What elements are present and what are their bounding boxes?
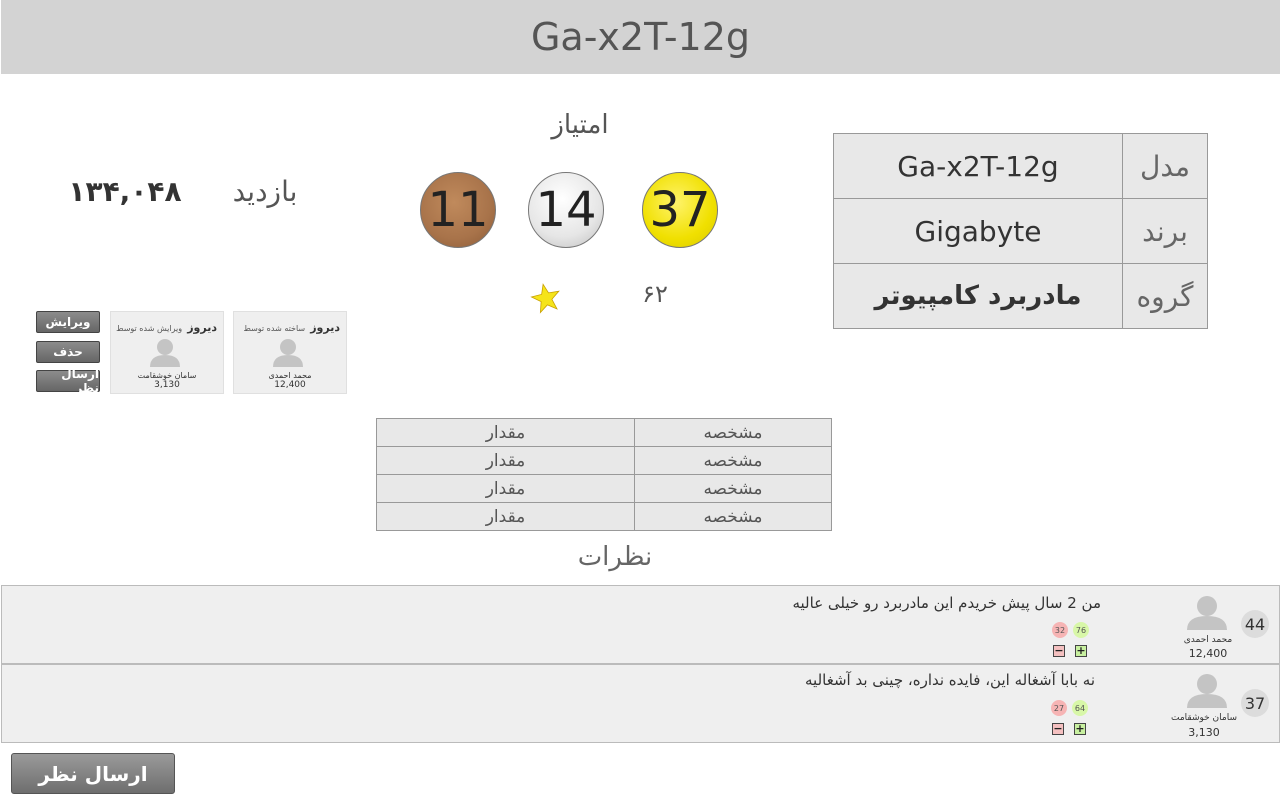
- creator-points: 12,400: [274, 380, 306, 390]
- comment-text: نه بابا آشغاله این، فایده نداره، چینی بد…: [805, 671, 1095, 689]
- page-title: Ga-x2T-12g: [530, 15, 751, 59]
- brand-value: Gigabyte: [834, 199, 1123, 263]
- visits-label: بازدید: [232, 175, 298, 208]
- comments-title: نظرات: [577, 542, 653, 572]
- spec-value: مقدار: [376, 474, 635, 503]
- edit-button[interactable]: ویرایش: [36, 311, 100, 333]
- editor-points: 3,130: [154, 380, 180, 390]
- star-count: ۶۲: [642, 280, 668, 308]
- editor-date: دیروز: [187, 321, 217, 334]
- visits-count: ۱۳۴,۰۴۸: [68, 175, 182, 208]
- creator-caption: ساخته شده توسط: [243, 324, 306, 333]
- downvote-button[interactable]: −: [1052, 723, 1064, 735]
- creator-name: محمد احمدی: [268, 371, 312, 380]
- send-comment-small-button[interactable]: ارسال نظر: [36, 367, 100, 395]
- upvote-count: 76: [1073, 622, 1089, 638]
- spec-key: مشخصه: [634, 502, 832, 531]
- spec-key: مشخصه: [634, 446, 832, 475]
- score-title: امتیاز: [551, 110, 609, 140]
- creator-card: دیروز ساخته شده توسط محمد احمدی 12,400: [233, 311, 347, 394]
- page-header: Ga-x2T-12g: [1, 0, 1280, 74]
- creator-date: دیروز: [310, 321, 340, 334]
- info-row-group: مادربرد کامپیوتر گروه: [834, 264, 1207, 328]
- brand-label: برند: [1123, 199, 1207, 263]
- editor-card: دیروز ویرایش شده توسط سامان خوشقامت 3,13…: [110, 311, 224, 394]
- editor-caption: ویرایش شده توسط: [116, 324, 183, 333]
- downvote-button[interactable]: −: [1053, 645, 1065, 657]
- comment-score: 44: [1241, 610, 1269, 638]
- spec-value: مقدار: [376, 502, 635, 531]
- spec-row: مقدار مشخصه: [376, 502, 832, 531]
- specs-table: مقدار مشخصه مقدار مشخصه مقدار مشخصه مقدا…: [376, 418, 832, 531]
- downvote-count: 32: [1052, 622, 1068, 638]
- spec-row: مقدار مشخصه: [376, 418, 832, 447]
- delete-button[interactable]: حذف: [36, 341, 100, 363]
- gold-medal-score: 37: [642, 172, 718, 248]
- info-row-brand: Gigabyte برند: [834, 199, 1207, 264]
- group-label: گروه: [1123, 264, 1207, 328]
- spec-value: مقدار: [376, 418, 635, 447]
- upvote-count: 64: [1072, 700, 1088, 716]
- product-info-table: Ga-x2T-12g مدل Gigabyte برند مادربرد کام…: [833, 133, 1208, 329]
- comment-user-points: 12,400: [1188, 647, 1228, 660]
- comment-item: نه بابا آشغاله این، فایده نداره، چینی بد…: [1, 664, 1280, 743]
- comment-user-name: سامان خوشقامت: [1170, 713, 1238, 723]
- model-value: Ga-x2T-12g: [834, 134, 1123, 198]
- comment-avatar-icon: [1187, 674, 1227, 708]
- creator-avatar-icon: [273, 339, 303, 367]
- downvote-count: 27: [1051, 700, 1067, 716]
- info-row-model: Ga-x2T-12g مدل: [834, 134, 1207, 199]
- silver-medal-score: 14: [528, 172, 604, 248]
- comment-item: من 2 سال پیش خریدم این مادربرد رو خیلی ع…: [1, 585, 1280, 664]
- spec-value: مقدار: [376, 446, 635, 475]
- bronze-medal-score: 11: [420, 172, 496, 248]
- submit-comment-button[interactable]: ارسال نظر: [11, 753, 175, 794]
- editor-avatar-icon: [150, 339, 180, 367]
- editor-name: سامان خوشقامت: [137, 371, 197, 380]
- comment-score: 37: [1241, 689, 1269, 717]
- spec-row: مقدار مشخصه: [376, 446, 832, 475]
- comment-avatar-icon: [1187, 596, 1227, 630]
- comment-text: من 2 سال پیش خریدم این مادربرد رو خیلی ع…: [792, 594, 1101, 612]
- spec-key: مشخصه: [634, 418, 832, 447]
- upvote-button[interactable]: +: [1074, 723, 1086, 735]
- model-label: مدل: [1123, 134, 1207, 198]
- upvote-button[interactable]: +: [1075, 645, 1087, 657]
- comment-user-points: 3,130: [1188, 726, 1220, 739]
- spec-row: مقدار مشخصه: [376, 474, 832, 503]
- spec-key: مشخصه: [634, 474, 832, 503]
- star-icon: [530, 283, 560, 314]
- group-value: مادربرد کامپیوتر: [834, 264, 1123, 328]
- comment-user-name: محمد احمدی: [1183, 635, 1233, 645]
